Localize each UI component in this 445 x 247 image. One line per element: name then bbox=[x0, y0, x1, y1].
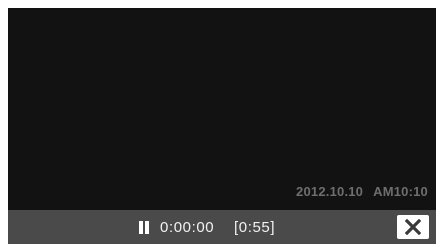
recording-timestamp: 2012.10.10 AM10:10 bbox=[296, 184, 428, 199]
playback-control-bar: 0:00:00 [0:55] bbox=[8, 210, 436, 244]
recording-date: 2012.10.10 bbox=[296, 184, 364, 199]
elapsed-time: 0:00:00 bbox=[160, 219, 215, 236]
pause-icon[interactable] bbox=[138, 221, 150, 234]
video-player: 2012.10.10 AM10:10 0:00:00 [0:55] bbox=[8, 8, 436, 244]
close-icon bbox=[405, 219, 421, 235]
recording-time: AM10:10 bbox=[373, 184, 428, 199]
total-duration: [0:55] bbox=[234, 219, 276, 236]
player-frame: 2012.10.10 AM10:10 0:00:00 [0:55] bbox=[0, 0, 445, 247]
close-button[interactable] bbox=[397, 215, 429, 239]
video-display[interactable]: 2012.10.10 AM10:10 bbox=[8, 8, 436, 210]
